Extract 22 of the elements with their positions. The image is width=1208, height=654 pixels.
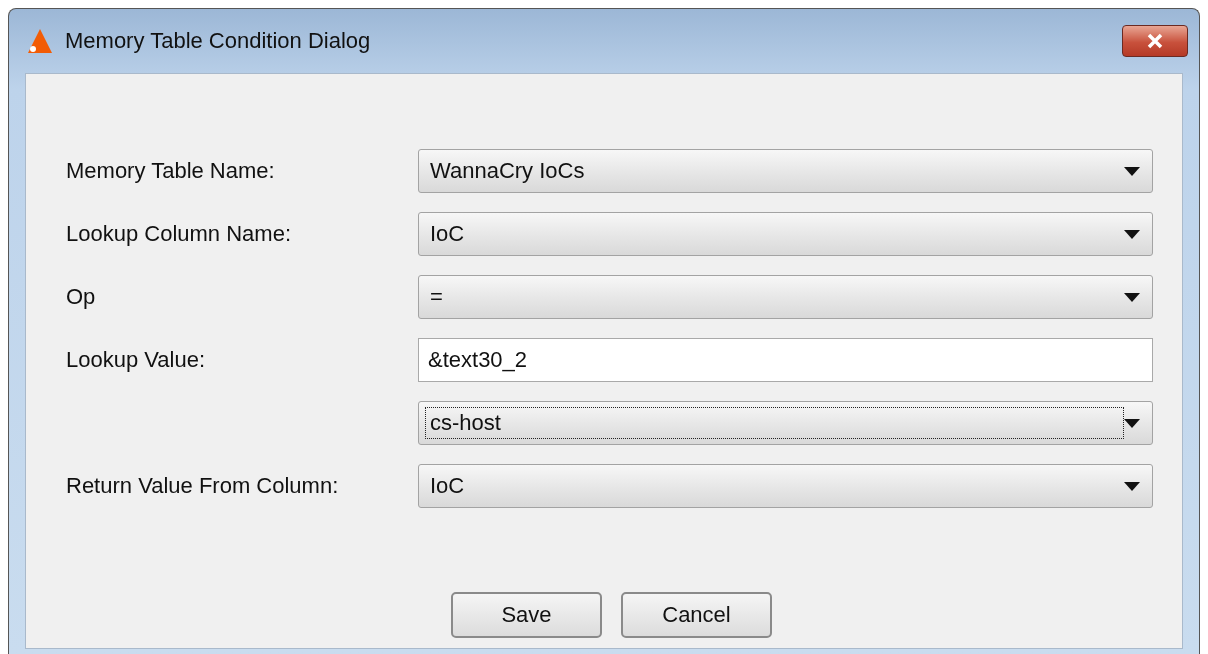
window-title: Memory Table Condition Dialog	[65, 28, 371, 54]
field-label: Lookup Column Name:	[66, 221, 292, 247]
dropdown[interactable]: IoC	[418, 212, 1153, 256]
input-field[interactable]: &text30_2	[418, 338, 1153, 382]
close-button[interactable]	[1122, 25, 1188, 57]
dropdown[interactable]: IoC	[418, 464, 1153, 508]
caret-icon	[1124, 418, 1140, 428]
app-logo-icon	[27, 28, 53, 54]
field-label: Op	[66, 284, 97, 310]
dialog-button[interactable]: Cancel	[621, 592, 772, 638]
dropdown[interactable]: =	[418, 275, 1153, 319]
caret-icon	[1124, 481, 1140, 491]
caret-icon	[1124, 292, 1140, 302]
field-label: Lookup Value:	[66, 347, 207, 373]
close-icon	[1146, 33, 1164, 49]
dialog-button[interactable]: Save	[451, 592, 602, 638]
field-label: Return Value From Column:	[66, 473, 340, 499]
field-label: Memory Table Name:	[66, 158, 276, 184]
caret-icon	[1124, 229, 1140, 239]
dropdown[interactable]: WannaCry IoCs	[418, 149, 1153, 193]
caret-icon	[1124, 166, 1140, 176]
dropdown[interactable]: cs-host	[418, 401, 1153, 445]
